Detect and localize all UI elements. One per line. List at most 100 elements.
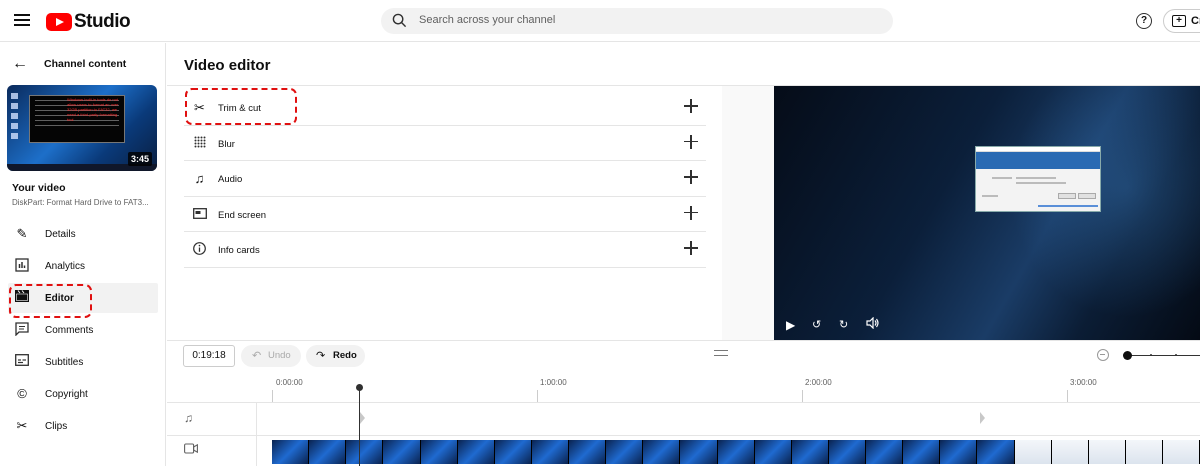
ruler-tick: [1067, 390, 1068, 402]
forward-10-icon[interactable]: ↻: [839, 318, 848, 332]
thumbnail-overlay-text: Windows built-in tools do not allow user…: [67, 97, 119, 122]
menu-icon[interactable]: [14, 14, 30, 26]
search-icon: [392, 13, 407, 28]
tool-audio[interactable]: ♫ Audio: [184, 161, 706, 197]
add-icon[interactable]: [684, 170, 698, 184]
sidebar-item-copyright[interactable]: © Copyright: [8, 379, 158, 409]
ruler-label: 3:00:00: [1070, 378, 1097, 387]
logo-text: Studio: [74, 11, 131, 32]
ruler-tick: [802, 390, 803, 402]
youtube-play-icon: [46, 13, 72, 31]
undo-arrow-icon: ↶: [252, 350, 262, 362]
tool-label: Blur: [218, 138, 235, 150]
preview-gutter: [722, 86, 774, 340]
duration-badge: 3:45: [127, 152, 152, 166]
undo-label: Undo: [268, 350, 291, 361]
rewind-10-icon[interactable]: ↺: [812, 318, 821, 332]
page-title: Video editor: [184, 57, 271, 74]
top-bar: Studio Search across your channel ? + Cr: [0, 0, 1200, 42]
search-bar[interactable]: Search across your channel: [381, 8, 893, 34]
info-icon: [192, 242, 207, 257]
track-labels: [167, 403, 257, 466]
ruler-tick: [537, 390, 538, 402]
audio-track-icon: ♫: [184, 411, 193, 425]
back-label: Channel content: [44, 58, 127, 70]
create-video-icon: +: [1172, 15, 1186, 27]
search-placeholder: Search across your channel: [419, 14, 556, 26]
add-icon[interactable]: [684, 205, 698, 220]
zoom-tick: [1175, 354, 1177, 356]
ruler-label: 2:00:00: [805, 378, 832, 387]
current-time-field[interactable]: 0:19:18: [183, 345, 235, 367]
tool-blur[interactable]: Blur: [184, 126, 706, 161]
timeline-top-border: [167, 340, 1200, 341]
music-note-icon: ♫: [194, 171, 205, 186]
scissors-icon: ✂: [16, 418, 28, 433]
trim-marker[interactable]: [980, 412, 985, 424]
trim-marker[interactable]: [360, 412, 365, 424]
sidebar-item-label: Copyright: [45, 389, 88, 400]
end-screen-icon: [192, 207, 207, 222]
uac-dialog-preview: [975, 146, 1101, 212]
ruler-label: 0:00:00: [276, 378, 303, 387]
subtitles-icon: [14, 354, 30, 370]
sidebar-item-label: Subtitles: [45, 357, 84, 368]
playhead[interactable]: [359, 386, 360, 466]
redo-arrow-icon: ↷: [316, 350, 326, 362]
sidebar-item-label: Clips: [45, 421, 68, 432]
drag-handle-icon[interactable]: [714, 350, 728, 356]
track-separator: [167, 402, 1200, 403]
sidebar-item-label: Analytics: [45, 261, 86, 272]
video-track-icon: [184, 443, 198, 457]
zoom-out-icon[interactable]: [1097, 349, 1109, 361]
video-thumbnail[interactable]: Windows built-in tools do not allow user…: [7, 85, 157, 171]
undo-button[interactable]: ↶ Undo: [241, 345, 301, 367]
editor-highlight-box: [9, 284, 92, 318]
redo-label: Redo: [333, 350, 357, 361]
wallpaper-glow: [989, 86, 1200, 340]
play-icon[interactable]: ▶: [786, 318, 795, 332]
comments-icon: [14, 322, 30, 338]
create-label: Cr: [1191, 15, 1200, 27]
desktop-icons: [11, 93, 21, 143]
tool-info-cards[interactable]: Info cards: [184, 232, 706, 268]
zoom-tick: [1150, 354, 1152, 356]
sidebar-item-details[interactable]: ✎ Details: [8, 219, 158, 249]
copyright-icon: ©: [17, 386, 27, 401]
tool-label: Audio: [218, 174, 243, 185]
trim-highlight-box: [185, 88, 297, 125]
sidebar-item-clips[interactable]: ✂ Clips: [8, 411, 158, 441]
create-button[interactable]: + Cr: [1163, 9, 1200, 33]
blur-grid-icon: [192, 136, 207, 151]
tool-label: Info cards: [218, 245, 260, 256]
tool-end-screen[interactable]: End screen: [184, 197, 706, 232]
volume-icon[interactable]: [866, 316, 880, 332]
add-icon[interactable]: [684, 99, 698, 113]
ruler-label: 1:00:00: [540, 378, 567, 387]
sidebar-item-label: Details: [45, 229, 76, 240]
ruler-tick: [272, 390, 273, 402]
zoom-slider[interactable]: [1128, 355, 1200, 356]
your-video-label: Your video: [12, 182, 66, 194]
redo-button[interactable]: ↷ Redo: [306, 345, 365, 367]
video-title[interactable]: DiskPart: Format Hard Drive to FAT3...: [12, 198, 158, 207]
sidebar-item-subtitles[interactable]: Subtitles: [8, 347, 158, 377]
studio-logo[interactable]: Studio: [46, 11, 131, 33]
back-arrow-icon: ←: [12, 55, 28, 72]
sidebar-item-label: Comments: [45, 325, 94, 336]
playhead-handle[interactable]: [356, 384, 363, 391]
pencil-icon: ✎: [16, 226, 28, 241]
sidebar-item-comments[interactable]: Comments: [8, 315, 158, 345]
help-icon[interactable]: ?: [1136, 13, 1152, 29]
sidebar-item-analytics[interactable]: Analytics: [8, 251, 158, 281]
video-preview[interactable]: ▶ ↺ ↻: [774, 86, 1200, 340]
tool-label: End screen: [218, 209, 267, 221]
add-icon[interactable]: [684, 134, 698, 149]
sidebar: ← Channel content Windows built-in tools…: [0, 43, 166, 466]
video-filmstrip[interactable]: [272, 440, 1200, 464]
analytics-icon: [14, 258, 30, 274]
back-to-channel-content[interactable]: ← Channel content: [0, 53, 166, 75]
track-separator: [167, 435, 1200, 436]
add-icon[interactable]: [684, 241, 698, 255]
zoom-slider-handle[interactable]: [1123, 351, 1132, 360]
